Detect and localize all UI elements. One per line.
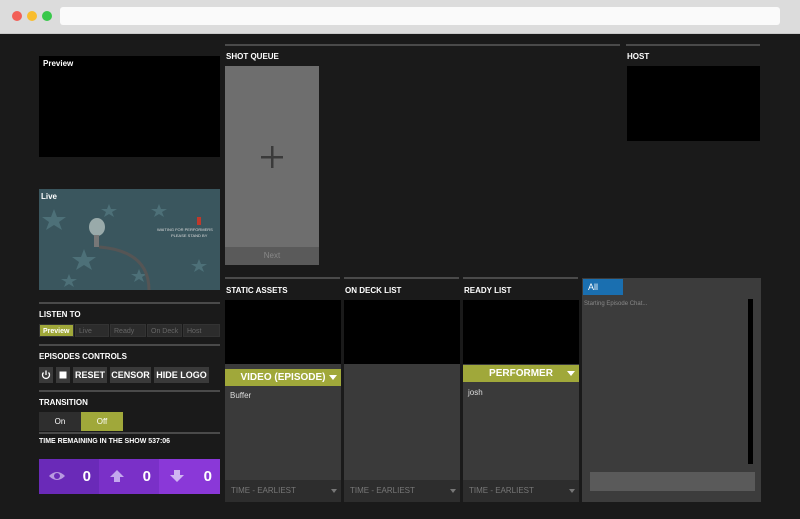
stop-button[interactable] — [56, 367, 70, 383]
ready-list-title: READY LIST — [464, 286, 512, 295]
listen-host-button[interactable]: Host — [183, 324, 220, 337]
divider — [39, 390, 220, 392]
host-title: HOST — [627, 52, 650, 61]
ready-list-sort-select[interactable]: TIME - EARLIEST — [463, 480, 579, 502]
listen-preview-button[interactable]: Preview — [39, 324, 74, 337]
chat-tab-all[interactable]: All — [583, 279, 623, 295]
power-button[interactable] — [39, 367, 53, 383]
static-assets-title: STATIC ASSETS — [226, 286, 288, 295]
close-window-icon[interactable] — [12, 11, 22, 21]
poster-text-1: WAITING FOR PERFORMERS — [157, 227, 213, 232]
downvotes-count: 0 — [203, 468, 212, 485]
chat-panel: All Starting Episode Chat... — [582, 278, 761, 502]
static-assets-panel: VIDEO (EPISODE) Buffer TIME - EARLIEST — [225, 300, 341, 502]
static-assets-sort-select[interactable]: TIME - EARLIEST — [225, 480, 341, 502]
poster-text-2: PLEASE STAND BY — [171, 233, 208, 238]
stop-icon — [59, 371, 67, 379]
shot-queue-title: SHOT QUEUE — [226, 52, 279, 61]
static-assets-type-select[interactable]: VIDEO (EPISODE) — [225, 369, 341, 386]
static-assets-type-value: VIDEO (EPISODE) — [240, 372, 326, 383]
arrow-up-icon — [110, 470, 124, 482]
static-assets-sort-value: TIME - EARLIEST — [231, 486, 296, 495]
plus-icon[interactable] — [261, 146, 283, 168]
listen-to-title: LISTEN TO — [39, 310, 81, 319]
chevron-down-icon — [450, 489, 456, 493]
episode-controls-title: EPISODES CONTROLS — [39, 352, 128, 361]
on-deck-sort-value: TIME - EARLIEST — [350, 486, 415, 495]
divider — [39, 432, 220, 434]
divider — [39, 344, 220, 346]
ready-list-sort-value: TIME - EARLIEST — [469, 486, 534, 495]
downvotes-counter: 0 — [159, 459, 220, 494]
listen-live-button[interactable]: Live — [75, 324, 109, 337]
next-label: Next — [225, 247, 319, 265]
listen-ready-button[interactable]: Ready — [110, 324, 146, 337]
on-deck-sort-select[interactable]: TIME - EARLIEST — [344, 480, 460, 502]
chevron-down-icon — [331, 489, 337, 493]
listen-to-group: Preview Live Ready On Deck Host — [39, 324, 220, 337]
transition-on-button[interactable]: On — [39, 412, 81, 431]
transition-toggle: On Off — [39, 412, 123, 431]
chat-input[interactable] — [590, 472, 755, 491]
chevron-down-icon — [567, 371, 575, 376]
episode-controls-group: RESET CENSOR HIDE LOGO — [39, 367, 220, 383]
on-deck-panel: TIME - EARLIEST — [344, 300, 460, 502]
shot-queue-add-slot[interactable]: Next — [225, 66, 319, 265]
transition-off-button[interactable]: Off — [81, 412, 123, 431]
divider — [225, 277, 340, 279]
ready-list-panel: PERFORMER josh TIME - EARLIEST — [463, 300, 579, 502]
viewers-counter: 0 — [39, 459, 99, 494]
time-remaining: TIME REMAINING IN THE SHOW 537:06 — [39, 438, 171, 445]
live-label: Live — [41, 192, 58, 201]
chat-scrollbar[interactable] — [748, 299, 753, 464]
live-poster-image — [39, 189, 220, 290]
censor-button[interactable]: CENSOR — [110, 367, 151, 383]
divider — [344, 277, 459, 279]
ready-list-type-value: PERFORMER — [489, 368, 553, 379]
on-deck-preview — [344, 300, 460, 364]
arrow-down-icon — [170, 470, 184, 482]
transition-title: TRANSITION — [39, 398, 88, 407]
hide-logo-button[interactable]: HIDE LOGO — [154, 367, 209, 383]
viewers-count: 0 — [82, 468, 91, 485]
listen-on-deck-button[interactable]: On Deck — [147, 324, 182, 337]
live-video[interactable]: Live WAITING FOR PERFORMERS PLEASE STAND… — [39, 189, 220, 290]
address-bar[interactable] — [60, 7, 780, 25]
upvotes-count: 0 — [142, 468, 151, 485]
browser-titlebar — [0, 0, 800, 34]
reset-button[interactable]: RESET — [73, 367, 107, 383]
ready-list-item[interactable]: josh — [468, 388, 483, 397]
ready-list-preview — [463, 300, 579, 364]
preview-video[interactable]: Preview — [39, 56, 220, 157]
divider — [463, 277, 578, 279]
chevron-down-icon — [329, 375, 337, 380]
maximize-window-icon[interactable] — [42, 11, 52, 21]
ready-list-type-select[interactable]: PERFORMER — [463, 365, 579, 382]
app-root: Preview Live WAITING FOR PERFORMERS PLEA… — [0, 34, 800, 519]
static-assets-preview — [225, 300, 341, 364]
minimize-window-icon[interactable] — [27, 11, 37, 21]
host-video[interactable] — [627, 66, 760, 141]
chat-message: Starting Episode Chat... — [584, 301, 648, 307]
upvotes-counter: 0 — [99, 459, 159, 494]
divider — [626, 44, 760, 46]
preview-label: Preview — [41, 58, 76, 69]
power-icon — [41, 370, 51, 380]
divider — [225, 44, 620, 46]
counters-group: 0 0 0 — [39, 459, 220, 494]
eye-icon — [49, 472, 65, 480]
static-asset-item[interactable]: Buffer — [230, 391, 251, 400]
on-deck-title: ON DECK LIST — [345, 286, 402, 295]
chevron-down-icon — [569, 489, 575, 493]
divider — [39, 302, 220, 304]
